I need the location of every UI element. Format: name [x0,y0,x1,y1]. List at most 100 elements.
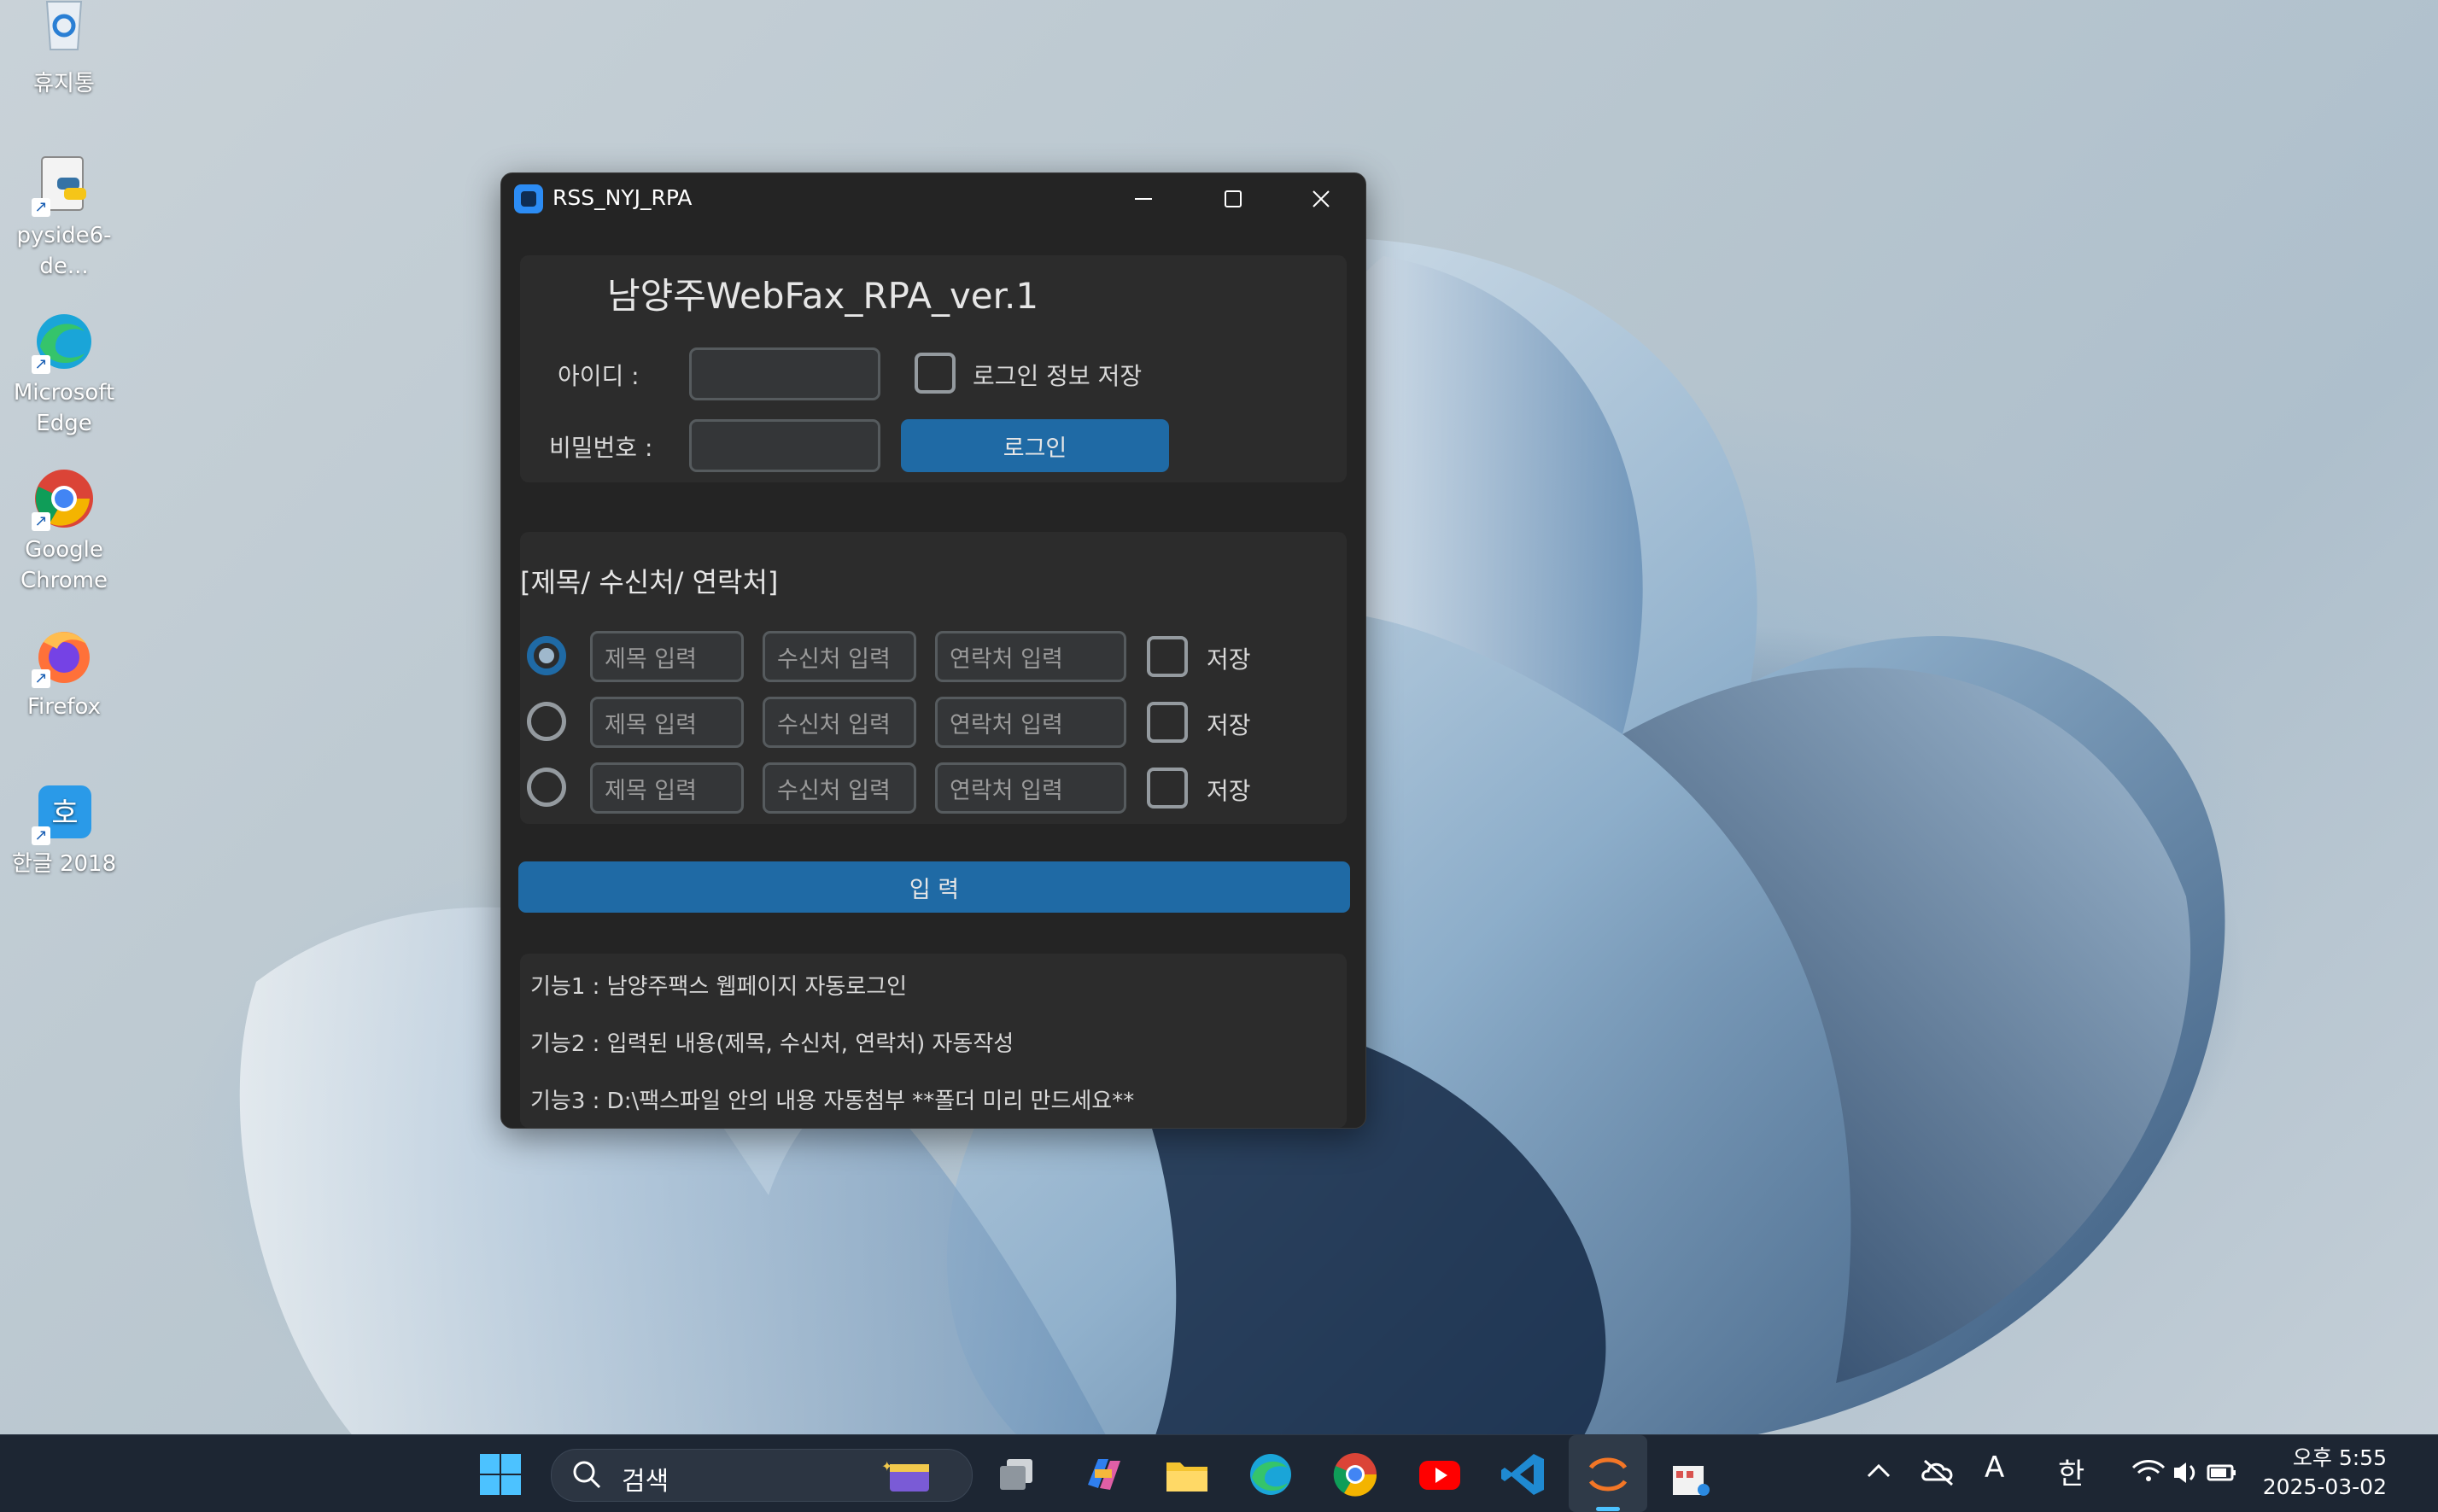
shortcut-arrow-icon: ↗ [32,512,50,531]
desktop-icon-label: Google Chrome [20,537,108,593]
shortcut-arrow-icon: ↗ [32,198,50,217]
maximize-button[interactable] [1189,173,1277,225]
taskbar-search[interactable]: 검색 ✦ [551,1449,973,1502]
row-1-contact-input[interactable]: 연락처 입력 [935,631,1126,682]
desktop-icon-chrome[interactable]: ↗ Google Chrome [0,466,128,596]
chrome-taskbar-button[interactable] [1331,1451,1379,1498]
entry-panel: [제목/ 수신처/ 연락처] 제목 입력 수신처 입력 연락처 입력 저장 제목… [520,532,1347,824]
taskbar: 검색 ✦ A 한 오후 5:55 2025-03-02 [0,1434,2438,1512]
save-login-checkbox[interactable] [915,353,956,394]
row-2-contact-input[interactable]: 연락처 입력 [935,697,1126,748]
row-2-save-label: 저장 [1207,711,1251,739]
desktop-icon-edge[interactable]: ↗ Microsoft Edge [0,309,128,439]
row-2-recipient-input[interactable]: 수신처 입력 [763,697,916,748]
window-title: RSS_NYJ_RPA [552,185,693,210]
vscode-taskbar-button[interactable] [1500,1451,1547,1498]
battery-icon [2207,1464,2236,1481]
desktop-icon-recycle-bin[interactable]: 휴지통 [0,0,128,99]
firefox-icon: ↗ [32,623,96,688]
shortcut-arrow-icon: ↗ [32,826,50,845]
copilot-icon [1088,1459,1120,1490]
quick-settings-button[interactable] [2130,1456,2239,1497]
youtube-icon [1419,1461,1460,1490]
row-3-save-checkbox[interactable] [1147,768,1188,809]
jupyter-taskbar-button[interactable] [1569,1435,1647,1512]
id-label: 아이디 : [558,362,640,390]
maximize-icon [1225,190,1242,207]
search-icon [573,1461,601,1489]
file-explorer-button[interactable] [1163,1451,1211,1498]
chrome-icon: ↗ [32,466,96,531]
row-1-radio[interactable] [527,636,566,675]
login-button[interactable]: 로그인 [901,419,1169,472]
login-panel: 남양주WebFax_RPA_ver.1 아이디 : 로그인 정보 저장 비밀번호… [520,255,1347,482]
system-clock[interactable]: 오후 5:55 2025-03-02 [2263,1444,2387,1502]
save-login-label: 로그인 정보 저장 [973,362,1143,390]
shortcut-arrow-icon: ↗ [32,355,50,374]
tray-overflow-button[interactable] [1863,1454,1894,1496]
row-1-title-input[interactable]: 제목 입력 [590,631,744,682]
windows-logo-icon [480,1454,521,1495]
row-2-radio[interactable] [527,702,566,741]
section-title: [제목/ 수신처/ 연락처] [520,566,779,598]
search-highlight-icon: ✦ [881,1458,929,1492]
password-input[interactable] [689,419,880,472]
row-3-save-label: 저장 [1207,777,1251,805]
shortcut-arrow-icon: ↗ [32,669,50,688]
feature-3: 기능3 : D:\팩스파일 안의 내용 자동첨부 **폴더 미리 만드세요** [530,1089,1135,1114]
row-1-recipient-input[interactable]: 수신처 입력 [763,631,916,682]
id-input[interactable] [689,347,880,400]
desktop-icon-label: Microsoft Edge [13,380,115,436]
clock-time: 오후 5:55 [2292,1445,2387,1470]
chrome-icon [1333,1453,1377,1497]
recycle-bin-icon [32,0,96,65]
quick-settings-icons [2131,1460,2236,1483]
close-icon [1313,190,1330,207]
features-panel: 기능1 : 남양주팩스 웹페이지 자동로그인 기능2 : 입력된 내용(제목, … [520,954,1347,1128]
svg-text:✦: ✦ [881,1458,892,1474]
password-label: 비밀번호 : [549,434,653,462]
folder-icon [1166,1462,1207,1492]
task-view-icon [1000,1459,1032,1490]
row-1-save-checkbox[interactable] [1147,636,1188,677]
desktop-icon-label: 휴지통 [33,71,95,96]
app-heading: 남양주WebFax_RPA_ver.1 [607,275,1039,317]
minimize-button[interactable] [1099,173,1188,225]
row-3-contact-input[interactable]: 연락처 입력 [935,762,1126,814]
row-3-recipient-input[interactable]: 수신처 입력 [763,762,916,814]
minimize-icon [1135,198,1152,200]
ime-lang-indicator[interactable]: 한 [2058,1451,2084,1492]
hangul-icon: 호 ↗ [32,780,96,845]
row-3-radio[interactable] [527,768,566,807]
desktop-icon-pyside6[interactable]: ↗ pyside6-de... [0,152,128,282]
app-icon [514,184,543,213]
youtube-taskbar-button[interactable] [1416,1451,1464,1498]
row-3-title-input[interactable]: 제목 입력 [590,762,744,814]
task-view-button[interactable] [995,1451,1043,1498]
submit-button[interactable]: 입 력 [518,861,1350,913]
svg-text:호: 호 [51,797,78,831]
edge-icon [1250,1454,1291,1495]
desktop-icon-firefox[interactable]: ↗ Firefox [0,623,128,722]
edge-taskbar-button[interactable] [1247,1451,1295,1498]
row-2-save-checkbox[interactable] [1147,702,1188,743]
app-taskbar-button[interactable] [1668,1451,1716,1498]
generic-app-icon [1673,1466,1710,1496]
row-1-save-label: 저장 [1207,645,1251,674]
chevron-up-icon [1867,1463,1891,1478]
search-placeholder: 검색 [622,1467,669,1497]
ime-mode-indicator[interactable]: A [1985,1451,2004,1485]
desktop-icon-hangul[interactable]: 호 ↗ 한글 2018 [0,780,128,879]
row-2-title-input[interactable]: 제목 입력 [590,697,744,748]
start-button[interactable] [476,1451,524,1498]
desktop-icon-label: pyside6-de... [16,223,112,279]
desktop-icon-label: 한글 2018 [11,851,117,877]
close-button[interactable] [1277,173,1365,225]
python-file-icon: ↗ [32,152,96,217]
app-window: RSS_NYJ_RPA 남양주WebFax_RPA_ver.1 아이디 : 로그… [500,172,1366,1129]
title-bar[interactable]: RSS_NYJ_RPA [501,173,1365,225]
copilot-button[interactable] [1079,1451,1127,1498]
onedrive-tray-button[interactable] [1920,1454,1957,1496]
wifi-icon [2131,1460,2166,1481]
clock-date: 2025-03-02 [2262,1474,2387,1499]
